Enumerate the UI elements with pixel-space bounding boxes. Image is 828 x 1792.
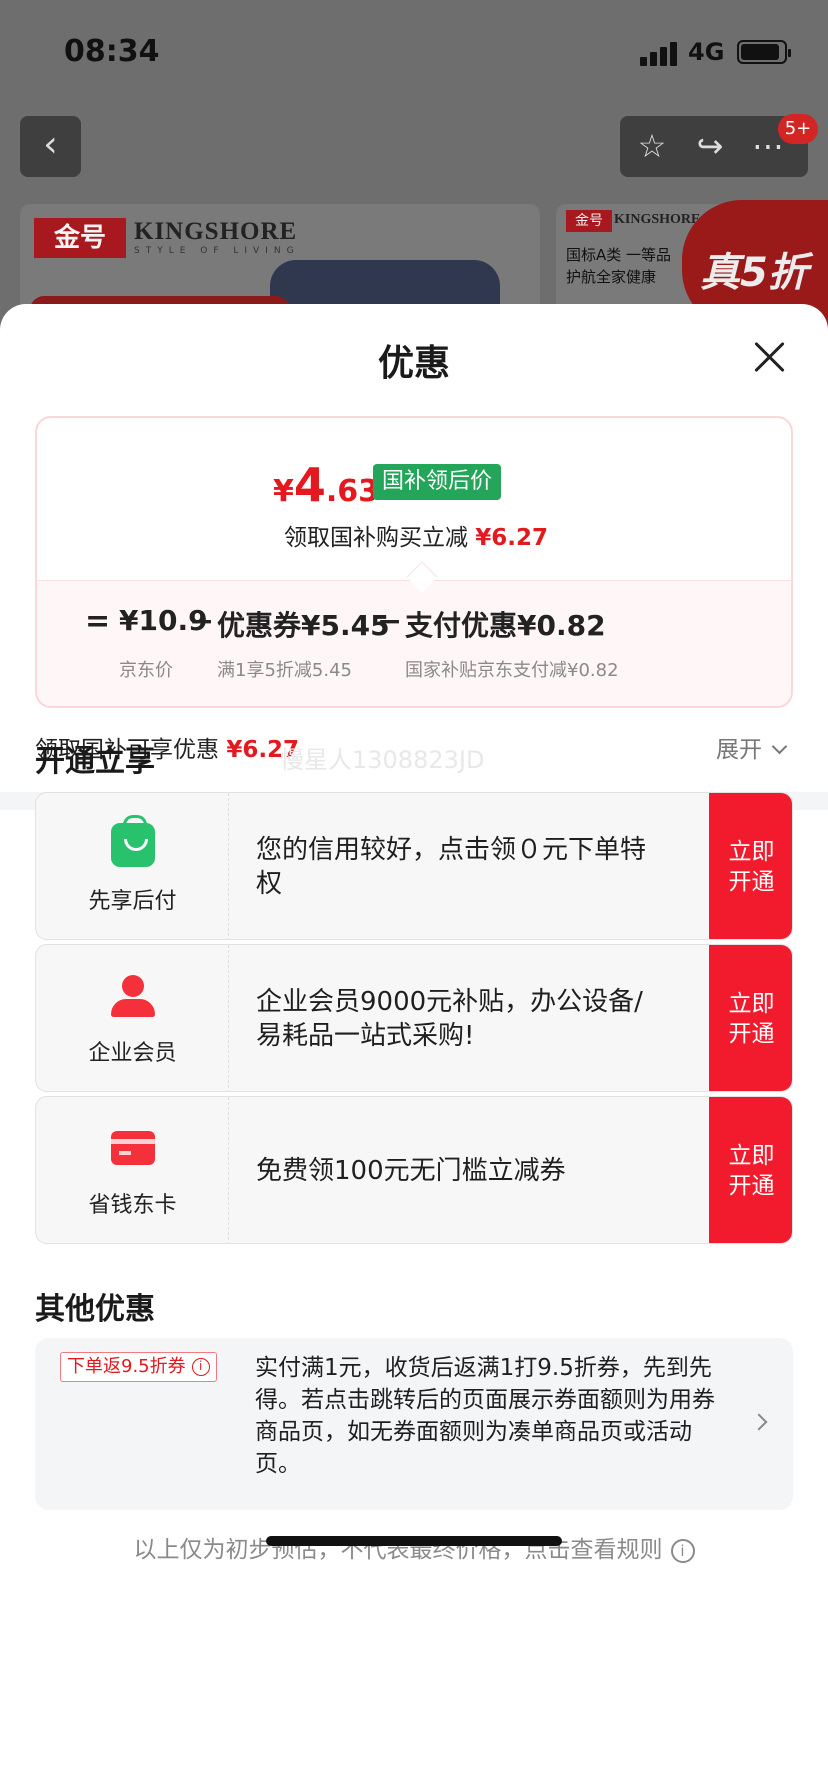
brand-logo-en-small: KINGSHORE — [614, 212, 701, 227]
price-card: ¥4.63 国补领后价 领取国补购买立减 ¥6.27 = ¥10.9 京东价 −… — [35, 416, 793, 708]
watermark: 慢星人1308823JD — [280, 746, 485, 774]
user-icon — [111, 975, 155, 1019]
close-icon[interactable] — [752, 340, 786, 374]
open-section-title: 开通立享 — [35, 744, 155, 779]
service-desc: 企业会员9000元补贴，办公设备/易耗品一站式采购! — [256, 987, 643, 1051]
sheet-title: 优惠 — [377, 343, 450, 384]
service-card-saver: 省钱东卡 免费领100元无门槛立减券 立即开通 — [35, 1096, 793, 1244]
card-icon — [111, 1131, 155, 1165]
service-desc: 您的信用较好，点击领０元下单特权 — [256, 835, 647, 899]
coupon-tag: 下单返9.5折券 i — [60, 1352, 217, 1382]
minus-sign-1: − — [189, 604, 215, 639]
status-bar: 08:34 4G — [0, 0, 828, 100]
shopping-bag-icon — [111, 815, 155, 867]
banner-line-2: 护航全家健康 — [566, 268, 657, 286]
service-left: 省钱东卡 — [36, 1097, 229, 1243]
banner-line-1: 国标A类 一等品 — [566, 246, 672, 264]
other-section-title: 其他优惠 — [35, 1292, 155, 1327]
expand-label: 展开 — [716, 737, 762, 763]
network-label: 4G — [688, 38, 725, 66]
jd-price-label: 京东价 — [119, 660, 173, 681]
brand-logo-en: KINGSHORE — [134, 218, 298, 245]
background-page: 08:34 4G ‹ ☆ ↪ ⋯ 5+ 金号 KINGSHORE STYLE O… — [0, 0, 828, 344]
back-button[interactable]: ‹ — [20, 116, 81, 177]
save-text: 领取国补购买立减 — [283, 525, 468, 551]
home-indicator — [266, 1536, 562, 1546]
other-discount-card[interactable]: 下单返9.5折券 i 实付满1元，收货后返满1打9.5折券，先到先得。若点击跳转… — [35, 1338, 793, 1510]
service-desc: 免费领100元无门槛立减券 — [256, 1156, 566, 1186]
equals-sign: = — [85, 604, 111, 639]
coupon-value: 优惠券¥5.45 — [217, 609, 390, 642]
info-icon[interactable]: i — [191, 1358, 210, 1376]
save-amount: ¥6.27 — [475, 525, 549, 551]
final-price-decimal: .63 — [325, 474, 380, 509]
minus-sign-2: − — [377, 604, 403, 639]
brand-logo-cn-small: 金号 — [566, 210, 612, 232]
save-line: 领取国补购买立减 ¥6.27 — [37, 518, 791, 552]
open-now-button[interactable]: 立即开通 — [709, 1097, 792, 1243]
expand-toggle[interactable]: 展开 — [716, 730, 788, 764]
final-price: ¥4.63 — [273, 458, 379, 512]
open-now-button[interactable]: 立即开通 — [709, 793, 792, 939]
service-card-enterprise: 企业会员 企业会员9000元补贴，办公设备/易耗品一站式采购! 立即开通 — [35, 944, 793, 1092]
signal-icon — [640, 40, 680, 66]
service-left: 先享后付 — [36, 793, 229, 939]
payment-discount-label: 国家补贴京东支付减¥0.82 — [405, 660, 619, 681]
coupon-label: 满1享5折减5.45 — [217, 660, 352, 681]
battery-icon — [737, 40, 791, 64]
brand-logo-cn: 金号 — [34, 218, 126, 258]
payment-discount-value: 支付优惠¥0.82 — [405, 609, 606, 642]
sale-label: 真5折 — [700, 250, 808, 296]
share-icon[interactable]: ↪ — [690, 126, 730, 166]
service-left: 企业会员 — [36, 945, 229, 1091]
other-discount-desc: 实付满1元，收货后返满1打9.5折券，先到先得。若点击跳转后的页面展示券面额则为… — [255, 1355, 715, 1477]
service-name: 省钱东卡 — [88, 1193, 177, 1218]
chevron-down-icon — [771, 738, 788, 755]
star-icon[interactable]: ☆ — [632, 126, 672, 166]
subsidy-price-tag: 国补领后价 — [373, 464, 502, 500]
open-now-button[interactable]: 立即开通 — [709, 945, 792, 1091]
chevron-right-icon — [750, 1413, 768, 1431]
brand-tagline: STYLE OF LIVING — [134, 246, 300, 256]
notification-badge: 5+ — [778, 114, 818, 144]
coupon-tag-label: 下单返9.5折券 — [67, 1356, 186, 1377]
service-name: 企业会员 — [88, 1041, 177, 1066]
final-price-integer: 4 — [293, 458, 326, 512]
service-card-pay-later: 先享后付 您的信用较好，点击领０元下单特权 立即开通 — [35, 792, 793, 940]
price-breakdown — [37, 580, 791, 706]
status-time: 08:34 — [64, 34, 160, 69]
currency-symbol: ¥ — [273, 474, 294, 509]
discount-sheet: 优惠 ¥4.63 国补领后价 领取国补购买立减 ¥6.27 = ¥10.9 京东… — [0, 304, 828, 1792]
info-icon[interactable]: i — [670, 1539, 695, 1563]
service-name: 先享后付 — [88, 889, 177, 914]
